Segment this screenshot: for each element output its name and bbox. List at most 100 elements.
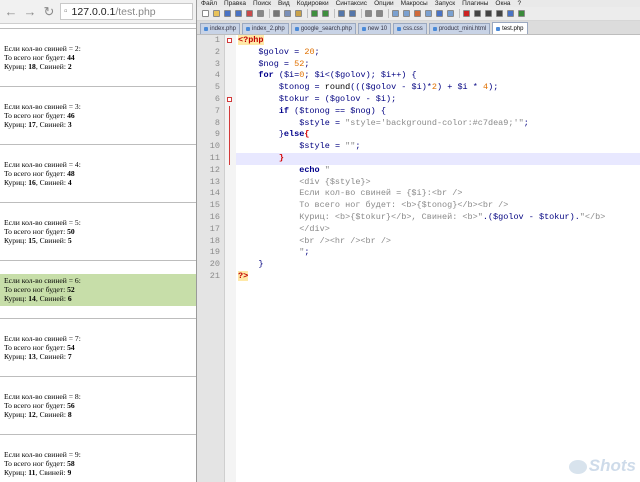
chickens-label: Куриц: — [4, 352, 29, 361]
code-line: ?> — [238, 270, 249, 281]
file-tab-label: test.php — [502, 25, 524, 32]
file-tab[interactable]: index.php — [200, 23, 241, 34]
pigs-label: , Свиней: — [35, 294, 68, 303]
line-number: 1 — [214, 35, 220, 45]
code-area[interactable]: 1 2 3 4 5 6 7 8 9 10 11 12 13 14 15 16 17 18 19 20 21 <?php … — [197, 35, 640, 482]
file-tab[interactable]: google_search.php — [290, 23, 356, 34]
page-content: Если кол-во свиней = 2: То всего ног буде… — [0, 24, 196, 482]
forward-arrow-icon[interactable]: → — [22, 4, 38, 20]
pigs-value: 7 — [67, 352, 72, 361]
result-line-animals: Куриц: 12, Свиней: 8 — [4, 410, 192, 419]
code-lines[interactable]: <?php $golov = 20; $nog = 52; for ($i=0;… — [236, 35, 640, 482]
copy-icon[interactable] — [283, 9, 292, 18]
back-arrow-icon[interactable]: ← — [3, 4, 19, 20]
indent-guide-icon[interactable] — [424, 9, 433, 18]
result-line-pigs: Если кол-во свиней = 4: — [4, 160, 81, 169]
result-line-animals: Куриц: 16, Свиней: 4 — [4, 178, 192, 187]
cut-icon[interactable] — [272, 9, 281, 18]
paste-icon[interactable] — [294, 9, 303, 18]
line-number: 6 — [214, 93, 220, 104]
file-tab-label: new 10 — [367, 26, 388, 32]
menu-item[interactable]: Правка — [224, 0, 246, 7]
file-tab-label: index.php — [210, 26, 237, 32]
record-macro-icon[interactable] — [462, 9, 471, 18]
line-number: 20 — [209, 259, 220, 270]
file-tab-label: google_search.php — [300, 26, 352, 32]
file-tab-active[interactable]: test.php — [492, 22, 528, 34]
undo-icon[interactable] — [310, 9, 319, 18]
reload-icon[interactable]: ↻ — [41, 4, 57, 20]
save-icon[interactable] — [223, 9, 232, 18]
fold-margin — [225, 35, 236, 482]
watermark-icon — [568, 459, 587, 474]
result-block: Если кол-во свиней = 4: То всего ног буде… — [0, 158, 196, 190]
menu-item[interactable]: ? — [518, 0, 522, 7]
result-line-pigs: Если кол-во свиней = 3: — [4, 102, 81, 111]
menu-item[interactable]: Окна — [495, 0, 510, 7]
result-line-legs: То всего ног будет: 48 — [4, 169, 192, 178]
file-icon — [246, 27, 251, 31]
close-icon[interactable] — [245, 9, 254, 18]
line-number: 5 — [214, 82, 220, 93]
menu-item[interactable]: Вид — [278, 0, 290, 7]
show-all-icon[interactable] — [413, 9, 422, 18]
legs-label: То всего ног будет: — [4, 401, 68, 410]
legs-value: 58 — [67, 459, 75, 468]
menu-item[interactable]: Плагины — [462, 0, 488, 7]
zoom-out-icon[interactable] — [375, 9, 384, 18]
legs-value: 54 — [67, 343, 75, 352]
line-number: 8 — [214, 117, 220, 128]
spellcheck-icon[interactable] — [517, 9, 526, 18]
legs-label: То всего ног будет: — [4, 169, 68, 178]
result-line-legs: То всего ног будет: 50 — [4, 227, 192, 236]
code-line: $tonog = round((($golov - $i)*2) + $i * … — [278, 82, 499, 93]
result-block: Если кол-во свиней = 3: То всего ног буде… — [0, 100, 196, 132]
print-icon[interactable] — [256, 9, 265, 18]
run-macro-icon[interactable] — [495, 9, 504, 18]
code-line: <?php — [238, 35, 264, 45]
redo-icon[interactable] — [321, 9, 330, 18]
doc-map-icon[interactable] — [446, 9, 455, 18]
url-path: /test.php — [115, 5, 156, 18]
file-tab[interactable]: new 10 — [357, 23, 392, 34]
legs-label: То всего ног будет: — [4, 53, 68, 62]
save-macro-icon[interactable] — [506, 9, 515, 18]
file-tab[interactable]: css.css — [393, 23, 427, 34]
file-tab-label: product_mini.html — [438, 26, 487, 32]
fold-marker-icon[interactable] — [225, 94, 236, 106]
result-block: Если кол-во свиней = 9: То всего ног буде… — [0, 448, 196, 480]
pigs-label: , Свиней: — [35, 236, 68, 245]
result-line-legs: То всего ног будет: 56 — [4, 401, 192, 410]
active-view-icon[interactable] — [435, 9, 444, 18]
replace-icon[interactable] — [348, 9, 357, 18]
fold-marker-icon[interactable] — [225, 35, 236, 47]
sync-scroll-icon[interactable] — [391, 9, 400, 18]
chickens-label: Куриц: — [4, 294, 29, 303]
browser-window: ← → ↻ ▫ 127.0.0.1/test.php Если кол-во с… — [0, 0, 197, 482]
zoom-in-icon[interactable] — [364, 9, 373, 18]
file-icon — [204, 27, 208, 31]
menu-item[interactable]: Макросы — [401, 0, 428, 7]
stop-macro-icon[interactable] — [473, 9, 482, 18]
line-number: 14 — [209, 188, 220, 199]
find-icon[interactable] — [337, 9, 346, 18]
result-line-legs: То всего ног будет: 54 — [4, 343, 192, 352]
menu-item[interactable]: Кодировки — [297, 0, 329, 7]
file-tab[interactable]: index_2.php — [242, 23, 289, 34]
menu-item[interactable]: Синтаксис — [336, 0, 367, 7]
menu-item[interactable]: Файл — [201, 0, 217, 7]
menu-item[interactable]: Опции — [374, 0, 394, 7]
code-line: $style = ""; — [299, 141, 361, 152]
play-macro-icon[interactable] — [484, 9, 493, 18]
menu-item[interactable]: Поиск — [253, 0, 271, 7]
open-file-icon[interactable] — [212, 9, 221, 18]
file-tab-label: css.css — [403, 26, 423, 32]
address-bar[interactable]: ▫ 127.0.0.1/test.php — [60, 3, 193, 20]
word-wrap-icon[interactable] — [402, 9, 411, 18]
file-tab[interactable]: product_mini.html — [428, 23, 491, 34]
line-number: 15 — [209, 200, 220, 211]
menu-item[interactable]: Запуск — [435, 0, 455, 7]
chickens-value: 17 — [28, 120, 36, 129]
new-file-icon[interactable] — [201, 9, 210, 18]
save-all-icon[interactable] — [234, 9, 243, 18]
